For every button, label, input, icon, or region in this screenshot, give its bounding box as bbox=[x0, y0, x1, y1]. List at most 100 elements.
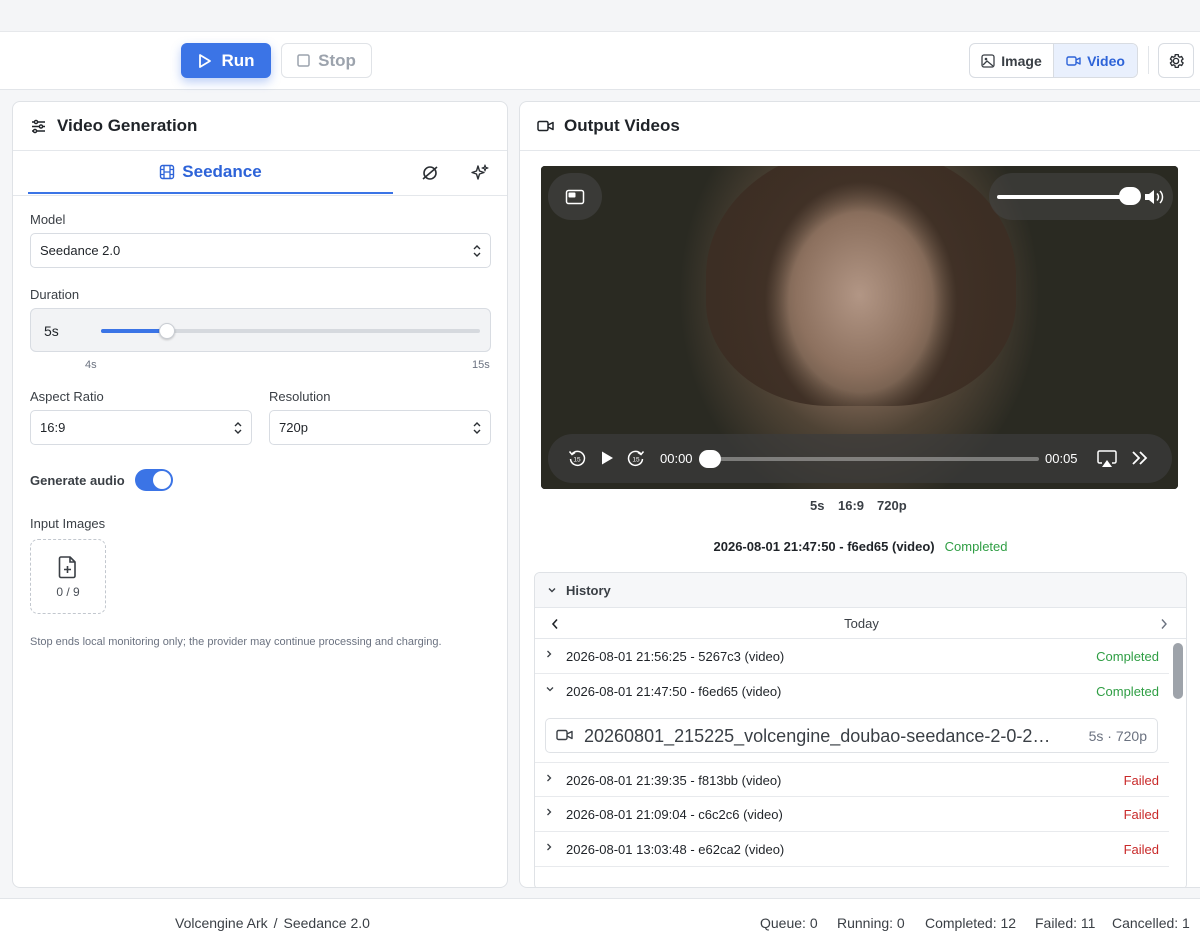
output-videos-header: Output Videos bbox=[520, 102, 1200, 151]
tab-provider-2[interactable] bbox=[417, 160, 443, 186]
chevron-right-icon bbox=[547, 774, 552, 782]
tab-seedance[interactable]: Seedance bbox=[28, 152, 393, 194]
player-controls: 15 15 00:00 00:05 bbox=[548, 434, 1172, 483]
rewind-15-icon[interactable]: 15 bbox=[568, 449, 586, 467]
tab-provider-3[interactable] bbox=[467, 160, 493, 186]
input-images-count: 0 / 9 bbox=[56, 584, 80, 599]
video-camera-icon bbox=[1066, 55, 1081, 66]
duration-label: Duration bbox=[30, 287, 80, 302]
duration-slider[interactable] bbox=[101, 323, 480, 339]
orbit-icon bbox=[422, 166, 438, 180]
breadcrumb-separator: / bbox=[273, 915, 278, 931]
history-title: History bbox=[566, 582, 611, 598]
film-icon bbox=[160, 164, 175, 180]
current-job-name: 2026-08-01 21:47:50 - f6ed65 (video) bbox=[713, 539, 935, 554]
breadcrumb-model[interactable]: Seedance 2.0 bbox=[284, 915, 370, 931]
volume-slider-thumb[interactable] bbox=[1119, 187, 1141, 205]
updown-chevron-icon bbox=[473, 422, 481, 434]
forward-15-icon[interactable]: 15 bbox=[627, 449, 645, 467]
breadcrumb-provider[interactable]: Volcengine Ark bbox=[175, 915, 268, 931]
history-row[interactable]: 2026-08-01 21:47:50 - f6ed65 (video) Com… bbox=[535, 674, 1169, 709]
chevron-down-icon bbox=[548, 588, 556, 593]
playback-progress-bar[interactable] bbox=[700, 457, 1039, 461]
toolbar-divider bbox=[1148, 46, 1149, 74]
history-header[interactable]: History bbox=[535, 573, 1186, 608]
playback-progress-thumb[interactable] bbox=[699, 450, 721, 468]
history-row-name: 2026-08-01 21:39:35 - f813bb (video) bbox=[566, 773, 782, 788]
generate-audio-toggle[interactable] bbox=[135, 469, 173, 491]
current-job-line: 2026-08-01 21:47:50 - f6ed65 (video) Comp… bbox=[520, 539, 1200, 554]
history-day-nav: Today bbox=[535, 608, 1186, 639]
history-row-name: 2026-08-01 21:56:25 - 5267c3 (video) bbox=[566, 649, 785, 664]
output-panel-title: Output Videos bbox=[564, 116, 680, 135]
model-select-value: Seedance 2.0 bbox=[40, 243, 121, 258]
mode-image-label: Image bbox=[1001, 52, 1042, 69]
history-day-label: Today bbox=[844, 616, 879, 631]
svg-text:15: 15 bbox=[632, 457, 640, 464]
model-label: Model bbox=[30, 212, 66, 227]
history-file-name: 20260801_215225_volcengine_doubao-seedan… bbox=[584, 726, 1054, 746]
chevron-right-icon[interactable] bbox=[1160, 618, 1168, 630]
history-row[interactable]: 2026-08-01 13:03:48 - e62ca2 (video) Fai… bbox=[535, 832, 1169, 867]
input-images-label: Input Images bbox=[30, 516, 106, 531]
video-player[interactable]: 15 15 00:00 00:05 bbox=[541, 166, 1178, 489]
stop-button-label: Stop bbox=[318, 50, 356, 70]
mode-image-button[interactable]: Image bbox=[970, 44, 1054, 77]
chevron-right-icon bbox=[547, 808, 552, 816]
video-generation-header: Video Generation bbox=[13, 102, 507, 151]
resolution-select[interactable]: 720p bbox=[269, 410, 491, 445]
video-camera-icon bbox=[556, 729, 573, 741]
duration-slider-thumb[interactable] bbox=[159, 323, 175, 339]
aspect-ratio-select[interactable]: 16:9 bbox=[30, 410, 252, 445]
provider-tabs: Seedance bbox=[28, 152, 506, 195]
more-options-chevrons-icon[interactable] bbox=[1131, 450, 1149, 466]
meta-aspect: 16:9 bbox=[838, 498, 865, 513]
updown-chevron-icon bbox=[234, 422, 242, 434]
panel-title: Video Generation bbox=[57, 116, 198, 135]
tabs-divider bbox=[13, 195, 507, 196]
chevron-down-icon bbox=[546, 687, 554, 692]
volume-slider[interactable] bbox=[997, 195, 1127, 199]
image-icon bbox=[981, 53, 995, 68]
gear-icon bbox=[1169, 53, 1184, 68]
history-row-status: Completed bbox=[1096, 649, 1159, 664]
output-videos-panel: Output Videos 15 15 00:00 00:05 5s 16:9 … bbox=[519, 101, 1200, 888]
picture-in-picture-button[interactable] bbox=[548, 173, 602, 220]
duration-slider-fill bbox=[101, 329, 167, 333]
video-generation-panel: Video Generation Seedance Model Seedance… bbox=[12, 101, 508, 888]
window-top-strip bbox=[0, 0, 1200, 31]
mode-video-label: Video bbox=[1087, 52, 1125, 69]
duration-min-label: 4s bbox=[85, 359, 97, 371]
airplay-icon[interactable] bbox=[1097, 450, 1117, 468]
history-row-status: Failed bbox=[1123, 842, 1159, 857]
meta-duration: 5s bbox=[810, 498, 825, 513]
speaker-icon[interactable] bbox=[1143, 188, 1165, 206]
settings-button[interactable] bbox=[1158, 43, 1194, 78]
volume-control bbox=[989, 173, 1173, 220]
history-row[interactable]: 2026-08-01 21:56:25 - 5267c3 (video) Com… bbox=[535, 639, 1169, 674]
sparkles-icon bbox=[471, 164, 489, 180]
history-file-item[interactable]: 20260801_215225_volcengine_doubao-seedan… bbox=[545, 718, 1158, 753]
breadcrumb: Volcengine Ark / Seedance 2.0 bbox=[175, 915, 370, 931]
input-images-dropzone[interactable]: 0 / 9 bbox=[30, 539, 106, 614]
stop-icon bbox=[297, 54, 310, 67]
play-icon[interactable] bbox=[599, 450, 615, 466]
run-button[interactable]: Run bbox=[181, 43, 271, 78]
history-scrollbar-thumb[interactable] bbox=[1173, 643, 1183, 699]
resolution-value: 720p bbox=[279, 420, 308, 435]
mode-video-button[interactable]: Video bbox=[1054, 44, 1137, 77]
model-select[interactable]: Seedance 2.0 bbox=[30, 233, 491, 268]
play-icon bbox=[199, 53, 212, 68]
stop-button[interactable]: Stop bbox=[281, 43, 372, 78]
total-time: 00:05 bbox=[1045, 451, 1078, 466]
updown-chevron-icon bbox=[473, 245, 481, 257]
duration-slider-box: 5s bbox=[30, 308, 491, 352]
history-row-status: Failed bbox=[1123, 773, 1159, 788]
file-plus-icon bbox=[58, 555, 76, 578]
history-row[interactable]: 2026-08-01 21:39:35 - f813bb (video) Fai… bbox=[535, 762, 1169, 797]
duration-max-label: 15s bbox=[472, 359, 490, 371]
mode-switch: Image Video bbox=[969, 43, 1138, 78]
meta-resolution: 720p bbox=[877, 498, 907, 513]
picture-in-picture-icon bbox=[565, 189, 585, 204]
history-row[interactable]: 2026-08-01 21:09:04 - c6c2c6 (video) Fai… bbox=[535, 797, 1169, 832]
